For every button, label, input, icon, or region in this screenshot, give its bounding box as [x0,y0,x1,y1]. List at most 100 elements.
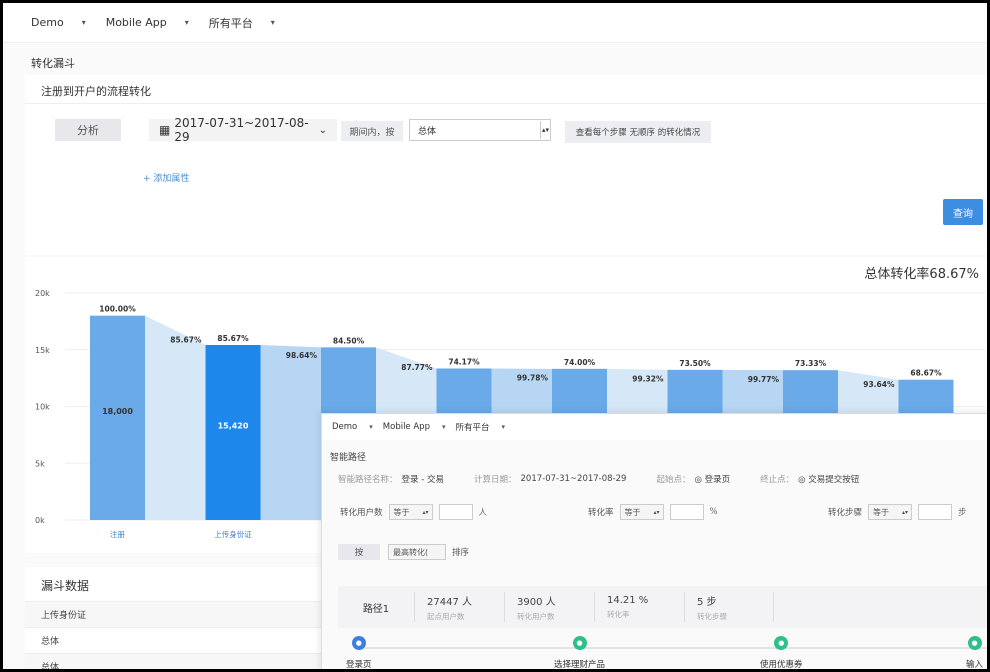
step-node-icon: ● [351,636,366,650]
step-label: 登录页 [346,660,372,670]
unit-label: % [709,507,718,517]
group-by-value: 总体 [418,126,437,137]
stat-label: 起点用户数 [427,611,465,621]
smart-path-window: Demo ▾ Mobile App ▾ 所有平台 ▾ 智能路径 智能路径名称： … [321,413,987,670]
value-input[interactable] [918,504,953,520]
calendar-icon: ▦ [159,123,171,137]
caret-down-icon: ▾ [501,423,506,431]
nav-platform-label: 所有平台 [455,423,490,433]
start-point-key: 起始点： [656,475,691,485]
select-arrow-icon: ▴▾ [901,508,909,516]
chevron-down-icon: ⌄ [318,124,327,136]
y-tick-label: 0k [35,516,45,525]
y-tick-label: 5k [35,459,45,468]
path-step[interactable]: ● 输入 [966,636,983,669]
period-tag: 期间内，按 [341,121,403,141]
nav-project-label: Demo [31,16,64,29]
analyze-button[interactable]: 分析 [55,119,121,141]
filter-label: 转化步骤 [828,508,863,518]
group-by-select[interactable]: 总体 ▴▾ [409,119,551,141]
stat-value: 27447 人 [427,596,472,608]
path-name-key: 智能路径名称： [338,475,398,485]
path-info-bar: 智能路径名称： 登录 - 交易 计算日期： 2017-07-31~2017-08… [322,468,987,490]
path-step[interactable]: ● 登录页 [346,636,372,670]
operator-select[interactable]: 等于 ▴▾ [619,504,664,520]
table-row[interactable]: 总体 [25,653,325,669]
caret-down-icon: ▾ [270,18,275,27]
value-input[interactable] [669,504,704,520]
filter-conversion-rate: 转化率 等于 ▴▾ % [588,504,718,520]
stat-label: 转化用户数 [517,611,555,621]
stat-label: 转化率 [607,609,630,619]
funnel-bar [205,344,261,520]
path-line [362,647,987,649]
path-steps: ● 登录页 ● 选择理财产品 ● 使用优惠券 ● 输入 [322,636,987,670]
funnel-bar [90,315,145,520]
date-range-picker[interactable]: ▦ 2017-07-31~2017-08-29 ⌄ [149,116,337,144]
bar-value-label: 15,420 [218,421,249,430]
funnel-data-title: 漏斗数据 [41,579,90,593]
stat-converted-users: 3900 人 转化用户数 [504,592,594,622]
step-connector [145,315,206,520]
bar-percent-label: 74.00% [564,358,596,367]
caret-down-icon: ▾ [81,18,86,27]
bar-value-label: 18,000 [102,407,133,416]
bar-percent-label: 73.33% [795,359,827,368]
step-rate-label: 98.64% [286,351,318,360]
select-arrow-icon: ▴▾ [540,121,550,139]
path-name: 路径1 [362,603,390,615]
calc-date-value: 2017-07-31~2017-08-29 [520,474,627,484]
step-rate-label: 87.77% [401,363,433,372]
operator-value: 等于 [393,507,410,517]
calc-date-key: 计算日期： [474,475,517,485]
path-step[interactable]: ● 选择理财产品 [554,636,606,670]
stat-value: 3900 人 [517,596,556,608]
bar-percent-label: 84.50% [333,336,365,345]
table-row[interactable]: 上传身份证 [25,601,325,627]
sort-by-tag: 按 [338,544,380,560]
end-point-value: ◎ 交易提交按钮 [798,475,860,485]
step-label: 选择理财产品 [554,660,606,670]
nav-app-label: Mobile App [382,422,430,432]
value-input[interactable] [438,504,473,520]
sort-bar: 按 最高转化( 排序 [338,544,469,560]
nav-project-dropdown[interactable]: Demo ▾ [31,16,86,29]
filter-converted-users: 转化用户数 等于 ▴▾ 人 [340,504,487,520]
funnel-data-panel: 漏斗数据 上传身份证 总体 总体 [25,567,325,669]
stat-value: 5 步 [697,596,717,608]
sort-field-select[interactable]: 最高转化( [388,544,446,560]
nav-project-dropdown[interactable]: Demo ▾ [332,422,373,432]
date-range-value: 2017-07-31~2017-08-29 [174,116,309,144]
filter-panel: 注册到开户的流程转化 分析 ▦ 2017-07-31~2017-08-29 ⌄ … [25,75,987,255]
table-row[interactable]: 总体 [25,627,325,653]
bar-percent-label: 68.67% [910,369,942,378]
path-step[interactable]: ● 使用优惠券 [760,636,803,669]
nav-platform-dropdown[interactable]: 所有平台 ▾ [456,421,506,433]
nav-project-label: Demo [332,422,358,432]
bar-percent-label: 85.67% [217,334,249,343]
start-point-value: ◎ 登录页 [694,475,731,485]
nav-platform-label: 所有平台 [208,16,253,30]
path-summary-card[interactable]: 路径1 27447 人 起点用户数 3900 人 转化用户数 14.21 % 转… [338,586,987,628]
step-connector [260,344,321,520]
step-rate-label: 99.77% [748,375,780,384]
nav-app-dropdown[interactable]: Mobile App ▾ [106,16,189,29]
step-node-icon: ● [572,636,587,650]
unit-label: 人 [478,508,488,518]
stat-conversion-rate: 14.21 % 转化率 [594,592,684,622]
operator-value: 等于 [873,507,890,517]
step-rate-label: 99.78% [517,374,549,383]
nav-app-dropdown[interactable]: Mobile App ▾ [383,422,446,432]
step-rate-label: 99.32% [632,374,664,383]
nav-platform-dropdown[interactable]: 所有平台 ▾ [209,15,275,31]
sort-label: 排序 [452,548,470,558]
filter-conversion-steps: 转化步骤 等于 ▴▾ 步 [828,504,967,520]
operator-select[interactable]: 等于 ▴▾ [388,504,433,520]
query-button[interactable]: 查询 [943,199,983,225]
step-node-icon: ● [774,636,789,650]
bar-percent-label: 74.17% [448,357,480,366]
add-attribute-link[interactable]: + 添加属性 [143,171,189,184]
steps-order-toggle[interactable]: 查看每个步骤 无顺序 的转化情况 [565,121,711,143]
operator-select[interactable]: 等于 ▴▾ [868,504,913,520]
funnel-name: 注册到开户的流程转化 [41,85,151,98]
